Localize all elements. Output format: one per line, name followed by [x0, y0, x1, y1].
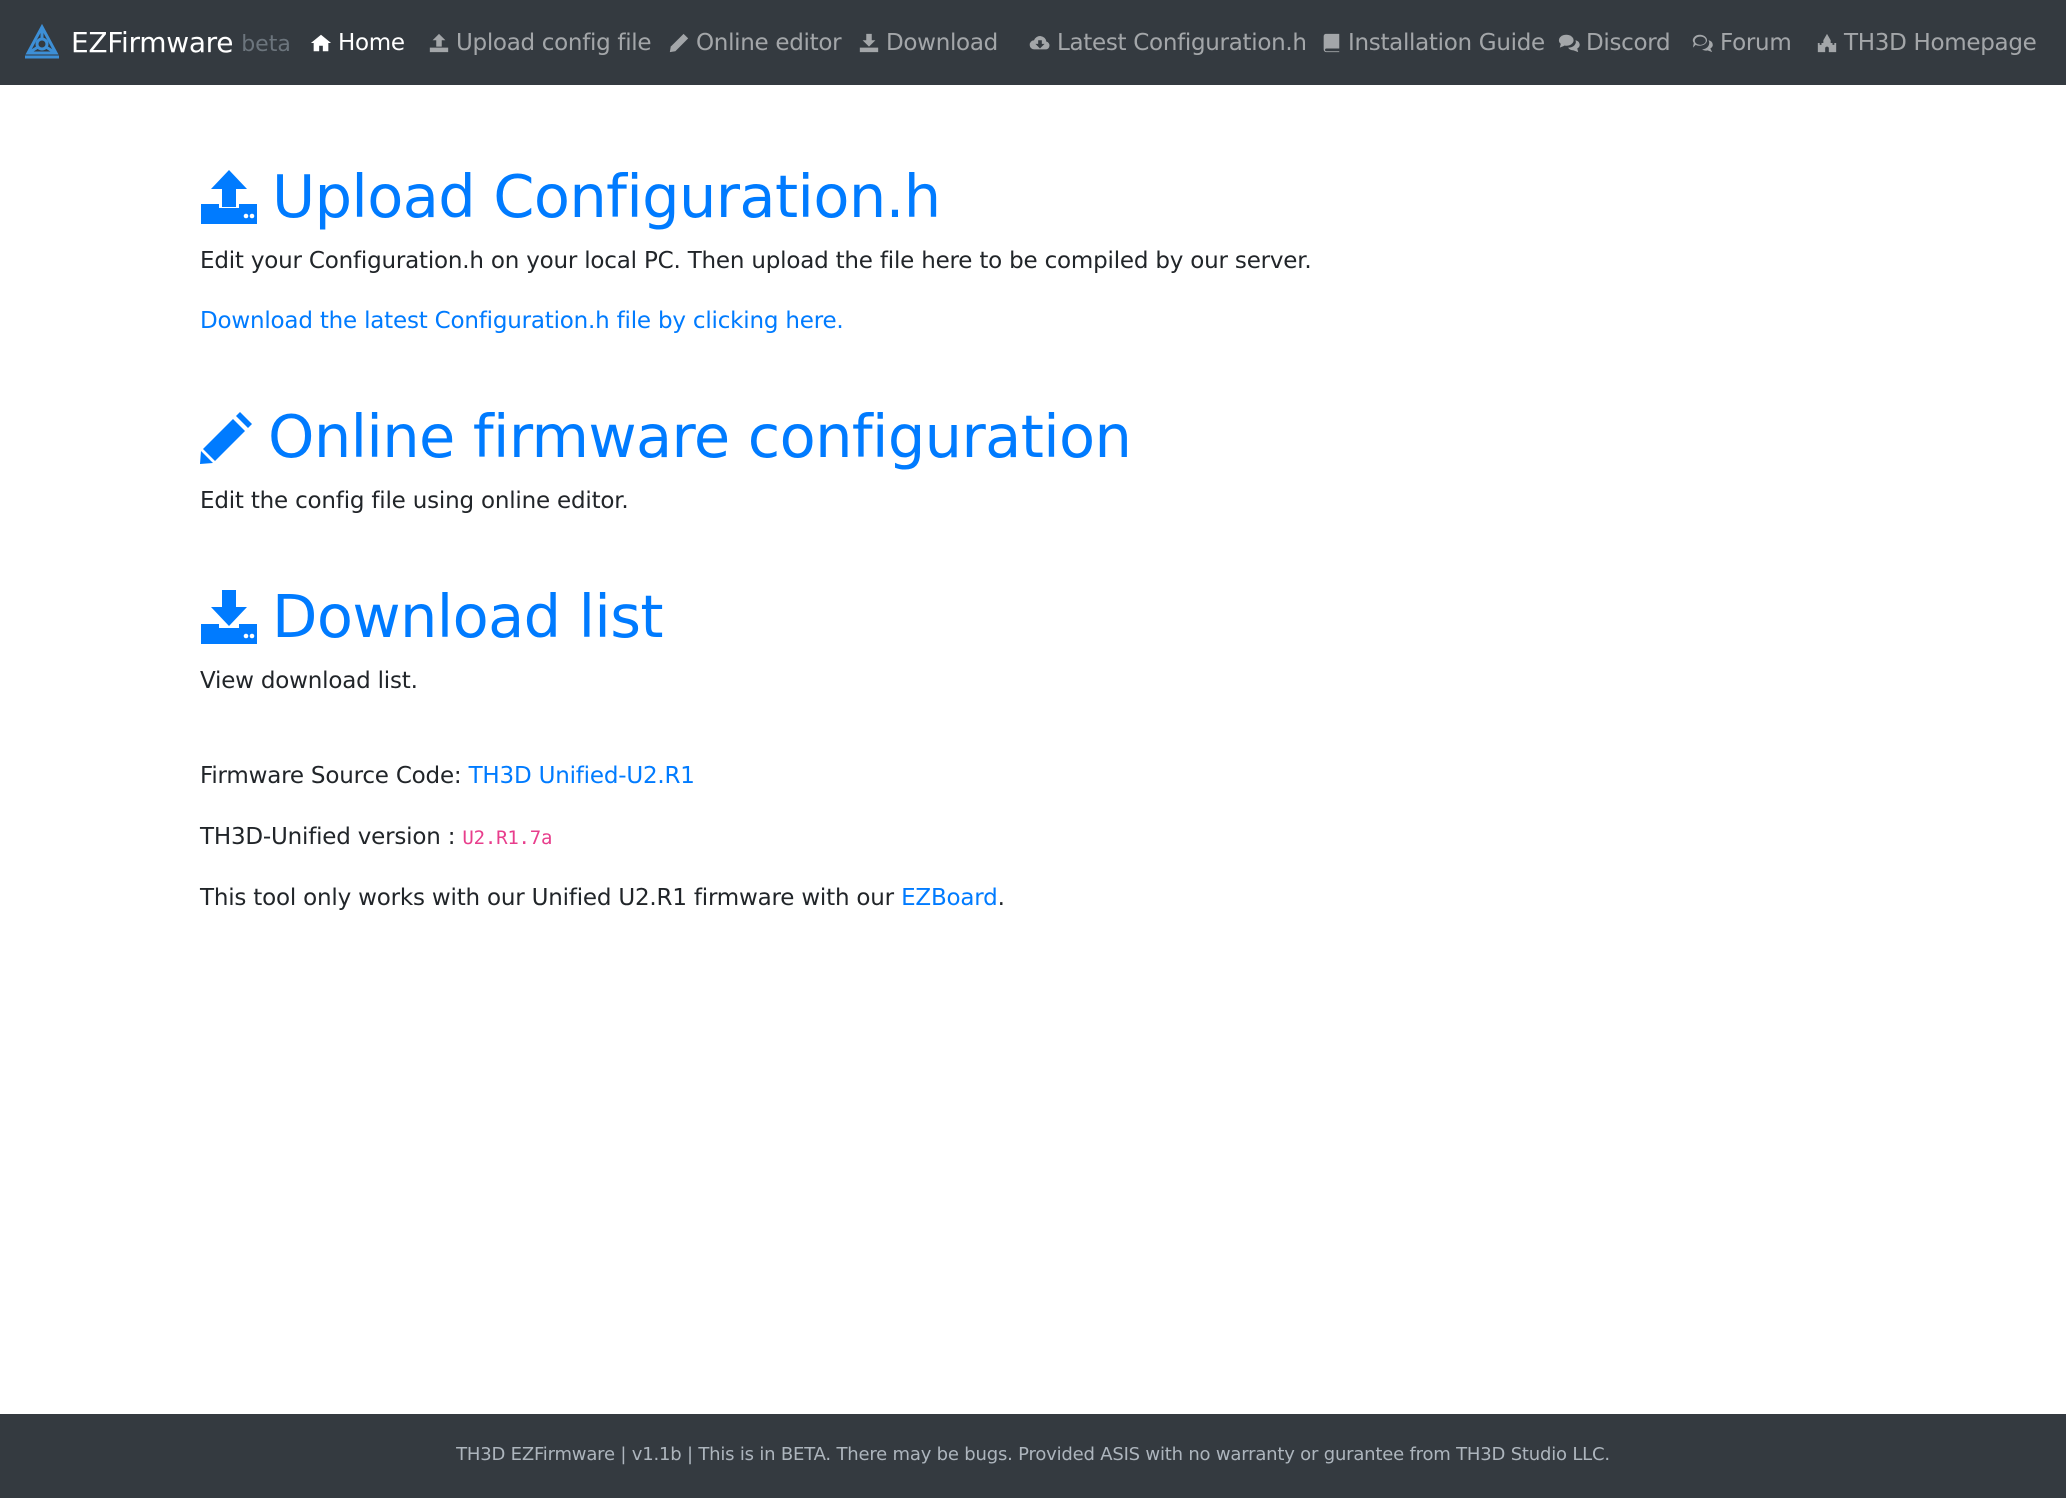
brand-name: EZFirmware: [71, 26, 234, 59]
nav-forum-label: Forum: [1720, 29, 1792, 56]
upload-section-title[interactable]: Upload Configuration.h: [200, 162, 941, 232]
footer-text: TH3D EZFirmware | v1.1b | This is in BET…: [456, 1444, 1610, 1465]
nav-online-editor-label: Online editor: [696, 29, 842, 56]
editor-section-title[interactable]: Online firmware configuration: [200, 402, 1132, 472]
upload-section-description: Edit your Configuration.h on your local …: [200, 248, 1312, 274]
nav-installation-guide[interactable]: Installation Guide: [1320, 0, 1545, 85]
nav-online-editor[interactable]: Online editor: [668, 0, 842, 85]
compatibility-note-suffix: .: [997, 885, 1005, 911]
book-icon: [1323, 33, 1340, 52]
upload-section-title-text: Upload Configuration.h: [272, 162, 941, 231]
ezfirmware-logo-icon: [25, 23, 59, 58]
version-label: TH3D-Unified version :: [200, 824, 463, 850]
nav-upload-config[interactable]: Upload config file: [428, 0, 652, 85]
compatibility-note: This tool only works with our Unified U2…: [200, 882, 1005, 914]
download-section-title-text: Download list: [272, 582, 663, 651]
top-navbar: EZFirmware beta Home Upload config file …: [0, 0, 2066, 85]
download-icon: [859, 33, 879, 52]
nav-latest-configuration[interactable]: Latest Configuration.h: [1029, 0, 1307, 85]
comment-bubbles-icon: [1692, 34, 1713, 52]
brand-link[interactable]: EZFirmware beta: [22, 0, 291, 85]
cloud-download-icon: [1029, 35, 1050, 49]
comments-icon: [1558, 34, 1580, 52]
pencil-icon: [200, 412, 252, 464]
nav-forum[interactable]: Forum: [1692, 0, 1792, 85]
nav-home[interactable]: Home: [310, 0, 405, 85]
home-icon: [310, 34, 332, 51]
download-section-title[interactable]: Download list: [200, 582, 663, 652]
page-footer: TH3D EZFirmware | v1.1b | This is in BET…: [0, 1414, 2066, 1498]
download-latest-config-link[interactable]: Download the latest Configuration.h file…: [200, 308, 844, 334]
firmware-source-label: Firmware Source Code:: [200, 763, 469, 789]
version-value: U2.R1.7a: [462, 827, 553, 849]
compatibility-note-text: This tool only works with our Unified U2…: [200, 885, 902, 911]
version-line: TH3D-Unified version : U2.R1.7a: [200, 821, 552, 854]
ezboard-link[interactable]: EZBoard: [901, 885, 998, 911]
nav-download-label: Download: [886, 29, 998, 56]
latest-config-paragraph: Download the latest Configuration.h file…: [200, 305, 844, 337]
upload-icon: [429, 33, 449, 52]
nav-download[interactable]: Download: [858, 0, 998, 85]
nav-discord[interactable]: Discord: [1558, 0, 1671, 85]
nav-home-label: Home: [338, 29, 405, 56]
upload-icon: [201, 170, 257, 224]
download-section-description: View download list.: [200, 668, 418, 694]
brand-beta-tag: beta: [241, 32, 291, 57]
download-icon: [201, 590, 257, 644]
nav-latest-configuration-label: Latest Configuration.h: [1057, 29, 1307, 56]
editor-section-title-text: Online firmware configuration: [268, 402, 1132, 471]
pencil-icon: [669, 33, 689, 52]
castle-icon: [1817, 33, 1837, 52]
firmware-source-line: Firmware Source Code: TH3D Unified-U2.R1: [200, 760, 695, 792]
nav-th3d-homepage[interactable]: TH3D Homepage: [1816, 0, 2037, 85]
editor-section-description: Edit the config file using online editor…: [200, 488, 629, 514]
nav-th3d-homepage-label: TH3D Homepage: [1844, 29, 2037, 56]
nav-installation-guide-label: Installation Guide: [1348, 29, 1545, 56]
nav-upload-config-label: Upload config file: [456, 29, 652, 56]
nav-discord-label: Discord: [1586, 29, 1671, 56]
firmware-source-link[interactable]: TH3D Unified-U2.R1: [469, 763, 695, 789]
